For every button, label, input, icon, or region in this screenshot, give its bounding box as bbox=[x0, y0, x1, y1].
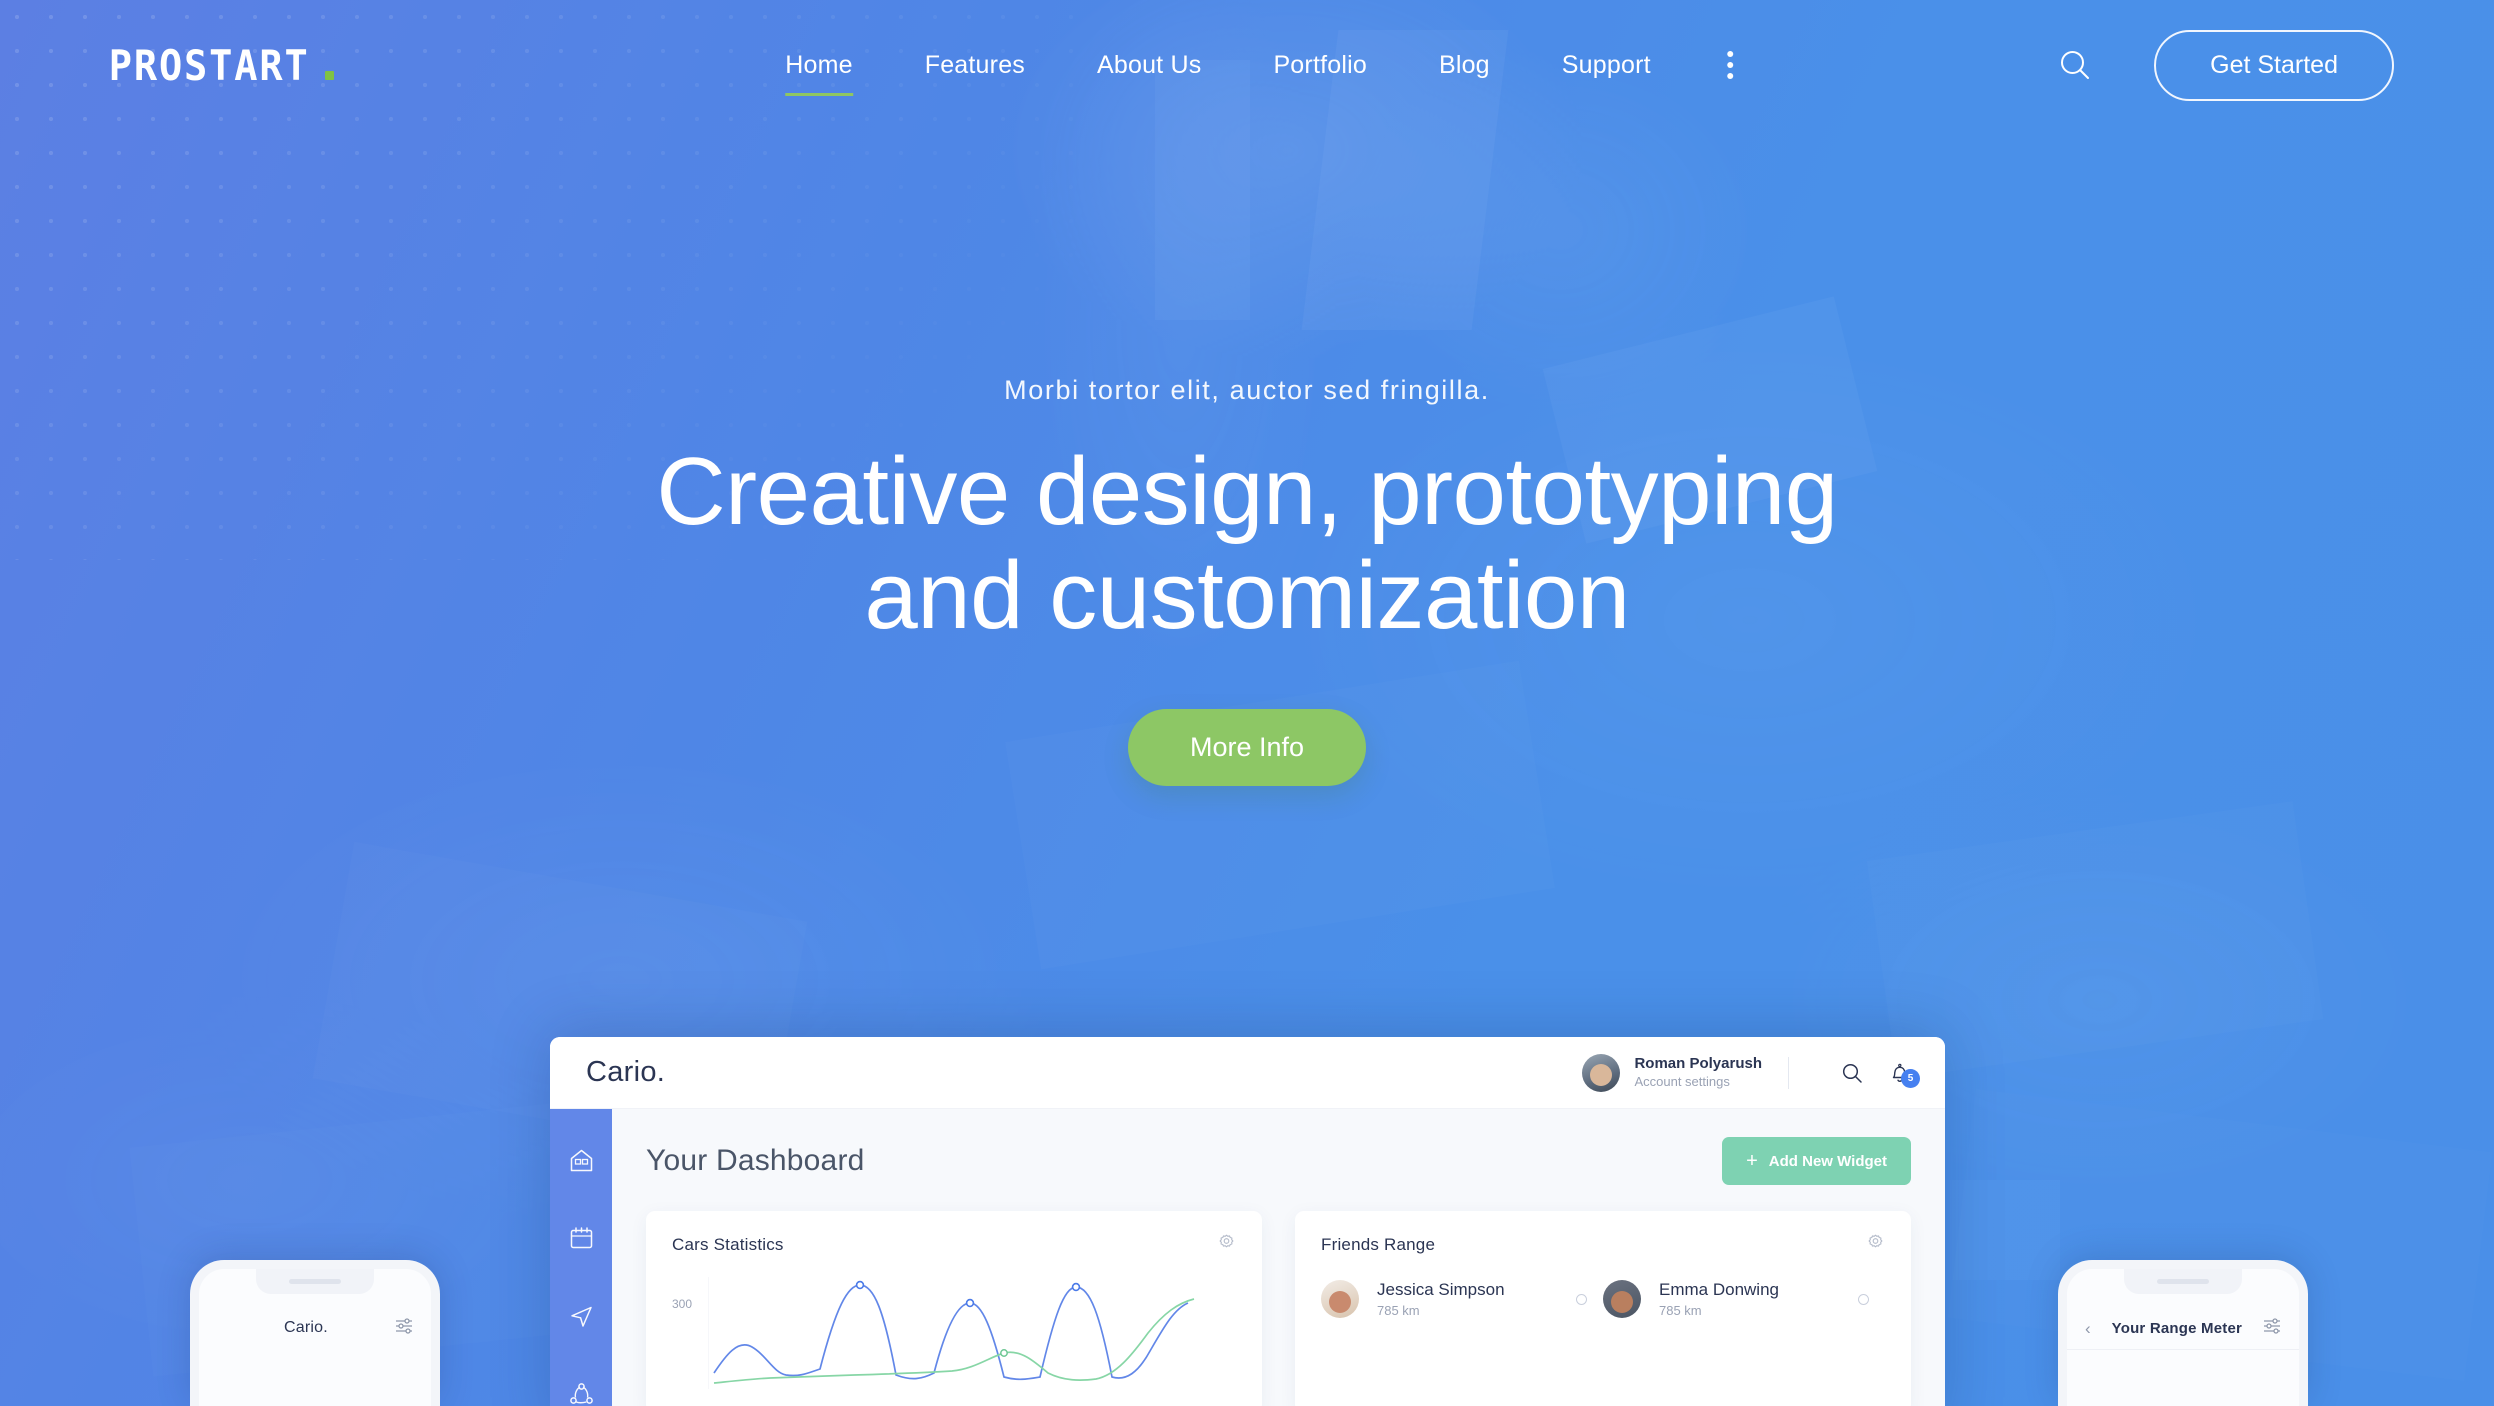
hero-page: PROSTART Home Features About Us Portfoli… bbox=[0, 0, 2494, 1406]
card-header: Friends Range bbox=[1321, 1233, 1885, 1257]
friends-list: Jessica Simpson 785 km Emma Donwing 785 … bbox=[1321, 1257, 1885, 1319]
avatar bbox=[1603, 1280, 1641, 1319]
divider bbox=[1788, 1056, 1789, 1089]
nav-label: Home bbox=[785, 50, 853, 79]
user-account-menu[interactable]: Roman Polyarush Account settings bbox=[1582, 1053, 1762, 1092]
list-item[interactable]: Emma Donwing 785 km bbox=[1603, 1279, 1885, 1319]
phone-app-bar: Cario. bbox=[199, 1307, 431, 1349]
home-icon[interactable] bbox=[568, 1147, 595, 1179]
hero-section: Morbi tortor elit, auctor sed fringilla.… bbox=[0, 375, 2494, 787]
phone-mockup-left: Cario. bbox=[190, 1260, 440, 1406]
list-item[interactable]: Jessica Simpson 785 km bbox=[1321, 1279, 1603, 1319]
nav-label: Features bbox=[924, 50, 1025, 79]
get-started-button[interactable]: Get Started bbox=[2154, 29, 2394, 101]
more-info-button[interactable]: More Info bbox=[1127, 709, 1367, 787]
site-header: PROSTART Home Features About Us Portfoli… bbox=[0, 0, 2494, 130]
search-icon[interactable] bbox=[1841, 1062, 1863, 1084]
add-widget-label: Add New Widget bbox=[1768, 1152, 1887, 1170]
friend-distance: 785 km bbox=[1377, 1302, 1420, 1318]
friends-range-card: Friends Range Jessica Simpson 785 km Emm… bbox=[1295, 1211, 1911, 1406]
phone-divider bbox=[2067, 1349, 2299, 1350]
dashboard-brand: Cario. bbox=[586, 1056, 666, 1088]
phone-title: Your Range Meter bbox=[2111, 1319, 2243, 1337]
widget-cards: Cars Statistics 300 Friends Range Jessic… bbox=[646, 1211, 1911, 1406]
card-title: Friends Range bbox=[1321, 1235, 1436, 1254]
friend-info: Jessica Simpson 785 km bbox=[1377, 1279, 1505, 1319]
dashboard-topbar-actions: Roman Polyarush Account settings 5 bbox=[1582, 1053, 1920, 1092]
friend-select-toggle[interactable] bbox=[1576, 1293, 1587, 1305]
chevron-left-icon[interactable]: ‹ bbox=[2085, 1320, 2091, 1337]
header-actions: Get Started bbox=[2058, 29, 2394, 101]
nav-item-blog[interactable]: Blog bbox=[1403, 41, 1526, 90]
dashboard-body: Your Dashboard + Add New Widget Cars Sta… bbox=[550, 1109, 1945, 1406]
nav-item-home[interactable]: Home bbox=[749, 41, 889, 96]
gear-icon[interactable] bbox=[1217, 1233, 1236, 1257]
dashboard-main: Your Dashboard + Add New Widget Cars Sta… bbox=[612, 1109, 1945, 1406]
nav-item-features[interactable]: Features bbox=[889, 41, 1061, 90]
logo-dot-icon bbox=[325, 70, 335, 80]
nav-label: About Us bbox=[1097, 50, 1202, 79]
nav-item-support[interactable]: Support bbox=[1526, 41, 1687, 90]
share-network-icon[interactable] bbox=[568, 1381, 595, 1406]
bell-icon[interactable]: 5 bbox=[1889, 1061, 1920, 1088]
dashboard-page-title: Your Dashboard bbox=[646, 1144, 865, 1177]
phone-app-bar: ‹ Your Range Meter bbox=[2067, 1307, 2299, 1349]
hero-subtitle: Morbi tortor elit, auctor sed fringilla. bbox=[1004, 375, 1490, 405]
friend-distance: 785 km bbox=[1659, 1302, 1702, 1318]
kebab-menu-icon[interactable] bbox=[1715, 43, 1745, 87]
notification-badge: 5 bbox=[1901, 1069, 1920, 1088]
dashboard-topbar: Cario. Roman Polyarush Account settings bbox=[550, 1037, 1945, 1109]
nav-label: Portfolio bbox=[1273, 50, 1367, 79]
nav-label: Support bbox=[1561, 50, 1651, 79]
phone-mockup-right: ‹ Your Range Meter bbox=[2058, 1260, 2308, 1406]
logo[interactable]: PROSTART bbox=[100, 40, 335, 90]
user-name: Roman Polyarush bbox=[1634, 1055, 1762, 1072]
cars-statistics-chart: 300 bbox=[672, 1271, 1236, 1391]
dashboard-mockup: Cario. Roman Polyarush Account settings bbox=[550, 1037, 1945, 1406]
gear-icon[interactable] bbox=[1866, 1233, 1885, 1257]
sliders-icon[interactable] bbox=[2263, 1317, 2281, 1339]
phone-title: Cario. bbox=[284, 1319, 328, 1336]
sliders-icon[interactable] bbox=[395, 1317, 413, 1339]
card-title: Cars Statistics bbox=[672, 1235, 784, 1254]
dashboard-sidebar bbox=[550, 1109, 612, 1406]
friend-name: Emma Donwing bbox=[1659, 1280, 1779, 1299]
hero-title-line-2: and customization bbox=[864, 541, 1630, 649]
avatar bbox=[1321, 1280, 1359, 1319]
page-title: Creative design, prototyping and customi… bbox=[497, 440, 1997, 647]
line-chart-svg bbox=[708, 1277, 1195, 1389]
phone-notch bbox=[2124, 1269, 2242, 1294]
card-header: Cars Statistics bbox=[672, 1233, 1236, 1257]
calendar-icon[interactable] bbox=[568, 1225, 595, 1257]
avatar bbox=[1582, 1053, 1621, 1092]
nav-item-about-us[interactable]: About Us bbox=[1061, 41, 1237, 90]
navigation-icon[interactable] bbox=[568, 1303, 595, 1335]
nav-label: Blog bbox=[1438, 50, 1490, 79]
search-icon[interactable] bbox=[2058, 48, 2092, 82]
plus-icon: + bbox=[1746, 1150, 1758, 1172]
cars-statistics-card: Cars Statistics 300 bbox=[646, 1211, 1262, 1406]
phone-notch bbox=[256, 1269, 374, 1294]
logo-text: PROSTART bbox=[108, 40, 310, 90]
nav-item-portfolio[interactable]: Portfolio bbox=[1237, 41, 1403, 90]
user-subtitle: Account settings bbox=[1634, 1073, 1730, 1089]
dashboard-header-row: Your Dashboard + Add New Widget bbox=[646, 1137, 1911, 1185]
y-axis-tick-300: 300 bbox=[672, 1297, 693, 1311]
hero-title-line-1: Creative design, prototyping bbox=[656, 438, 1838, 545]
friend-name: Jessica Simpson bbox=[1377, 1280, 1505, 1299]
main-navigation: Home Features About Us Portfolio Blog Su… bbox=[749, 41, 1745, 96]
friend-info: Emma Donwing 785 km bbox=[1659, 1279, 1779, 1319]
add-new-widget-button[interactable]: + Add New Widget bbox=[1722, 1137, 1911, 1185]
friend-select-toggle[interactable] bbox=[1858, 1293, 1869, 1305]
